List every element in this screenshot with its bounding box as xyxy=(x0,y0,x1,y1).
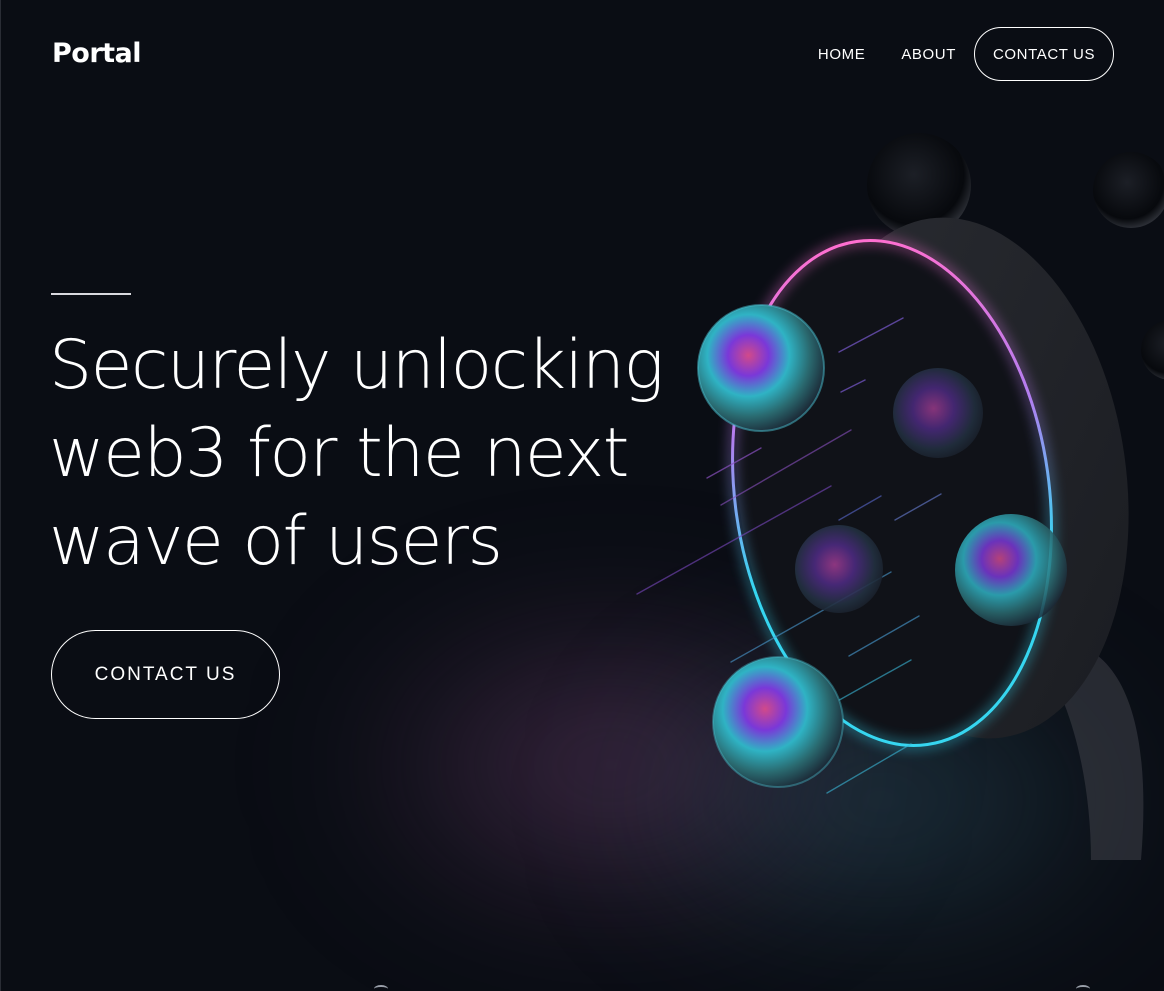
logo[interactable]: Portal xyxy=(52,38,142,69)
page-frame: Portal HOME ABOUT CONTACT US Securely un… xyxy=(0,0,1164,991)
hero-contact-button[interactable]: CONTACT US xyxy=(51,630,280,719)
headline-rule xyxy=(51,293,131,295)
hero-headline: Securely unlocking web3 for the next wav… xyxy=(49,322,689,586)
main-nav: HOME ABOUT CONTACT US xyxy=(818,27,1114,81)
nav-home-link[interactable]: HOME xyxy=(818,46,865,63)
headline-line-2: web3 for the next xyxy=(49,414,629,493)
partial-icon xyxy=(374,985,388,991)
headline-line-1: Securely unlocking xyxy=(49,326,664,405)
nav-about-link[interactable]: ABOUT xyxy=(901,46,956,63)
nav-contact-button[interactable]: CONTACT US xyxy=(974,27,1114,81)
headline-line-3: wave of users xyxy=(49,502,503,581)
partial-icon xyxy=(1076,985,1090,991)
